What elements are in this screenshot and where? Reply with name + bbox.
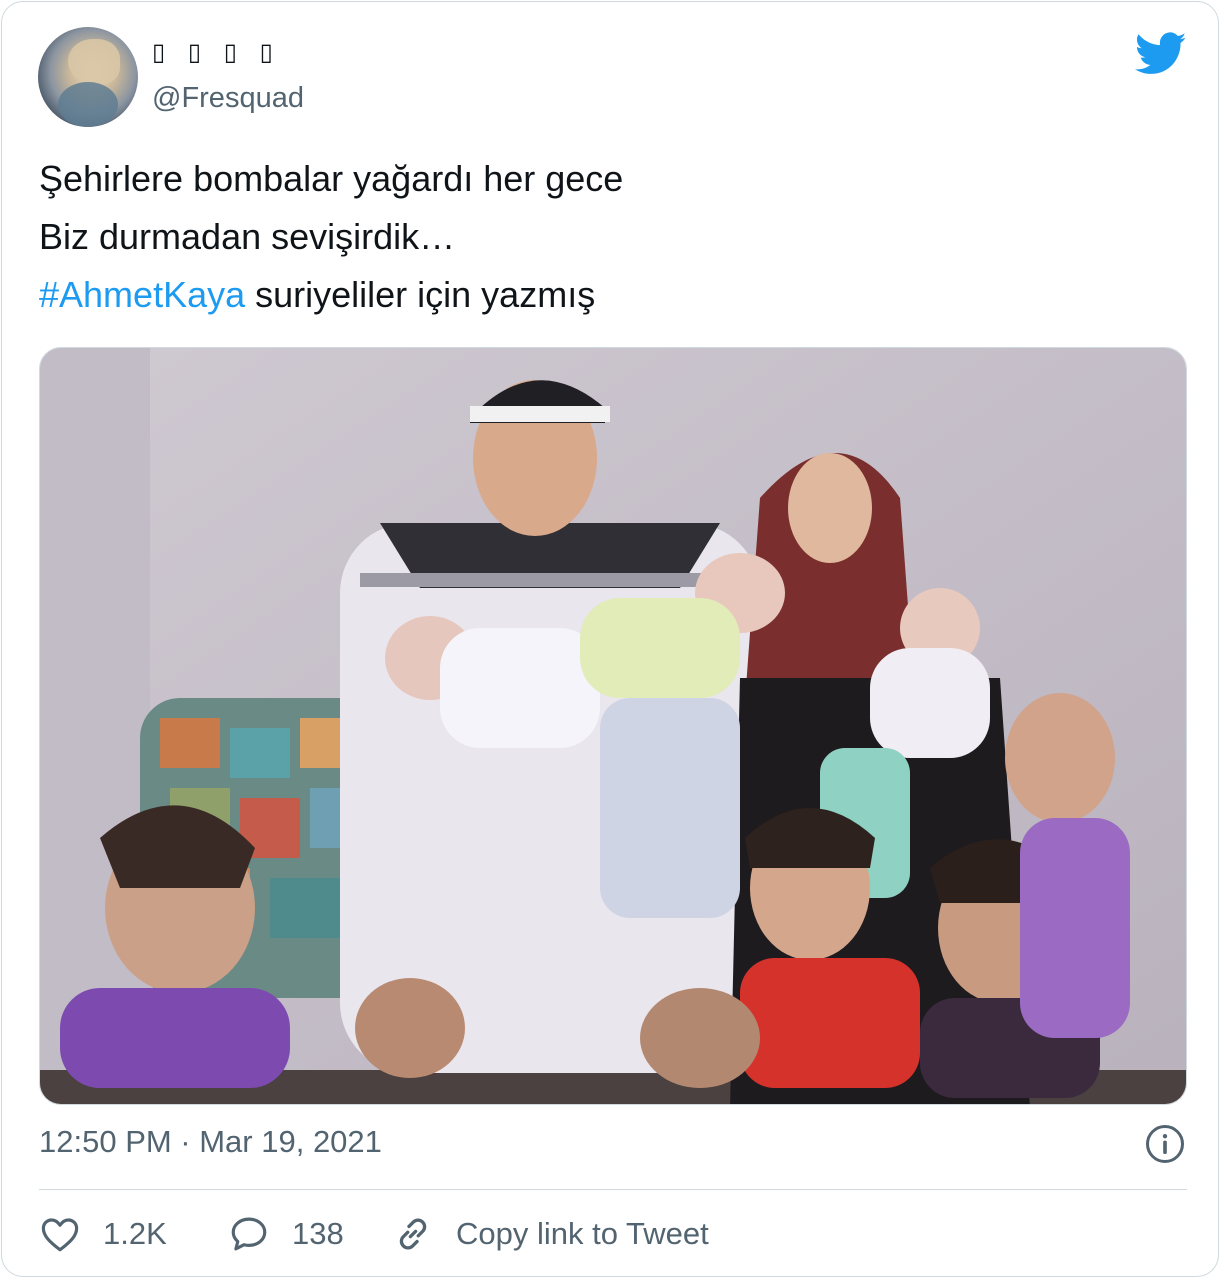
like-count: 1.2K [103, 1216, 167, 1251]
copy-link-button[interactable]: Copy link to Tweet [392, 1210, 709, 1258]
hashtag-link[interactable]: #AhmetKaya [39, 274, 245, 315]
reply-count: 138 [292, 1216, 344, 1251]
heart-icon [41, 1218, 79, 1252]
copy-link-label: Copy link to Tweet [456, 1216, 709, 1251]
family-photo-illustration [40, 348, 1186, 1104]
twitter-bird-icon[interactable] [1135, 32, 1187, 76]
like-button[interactable]: 1.2K [39, 1210, 167, 1258]
info-icon[interactable] [1145, 1124, 1185, 1164]
tweet-photo[interactable] [39, 347, 1187, 1105]
avatar[interactable] [38, 27, 138, 127]
avatar-highlight [68, 39, 120, 85]
reply-button[interactable]: 138 [228, 1210, 344, 1258]
user-handle[interactable]: @Fresquad [152, 82, 304, 115]
tweet-card: ▯ ▯ ▯ ▯ @Fresquad Şehirlere bombalar yağ… [1, 1, 1219, 1277]
link-icon [399, 1218, 427, 1250]
speech-bubble-icon [231, 1217, 267, 1251]
hashtag-line-text: suriyeliler için yazmış [245, 274, 596, 315]
tweet-timestamp[interactable]: 12:50 PM · Mar 19, 2021 [39, 1124, 382, 1160]
tweet-text-line-1: Şehirlere bombalar yağardı her gece [39, 158, 624, 199]
tweet-text: Şehirlere bombalar yağardı her gece Biz … [39, 150, 623, 324]
tweet-text-line-2: Biz durmadan sevişirdik… [39, 216, 456, 257]
divider [39, 1189, 1187, 1190]
display-name[interactable]: ▯ ▯ ▯ ▯ [152, 38, 281, 67]
tweet-text-line-3: #AhmetKaya suriyeliler için yazmış [39, 266, 623, 324]
avatar-shadow [58, 82, 118, 127]
